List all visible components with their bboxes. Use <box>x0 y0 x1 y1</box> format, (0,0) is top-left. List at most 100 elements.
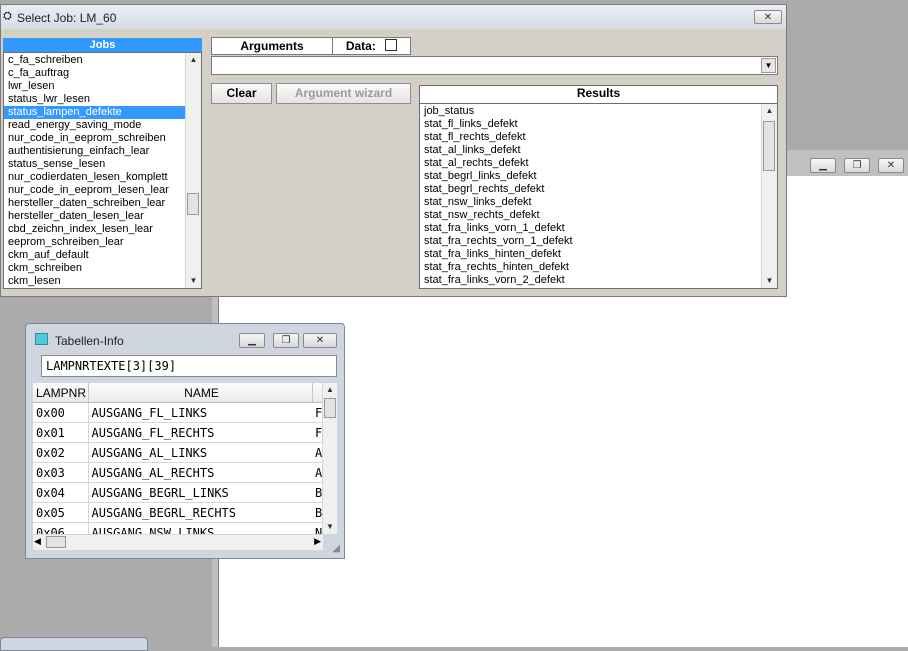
table-row[interactable]: 0x02 AUSGANG_AL_LINKS A <box>33 442 323 463</box>
title-bar: ⛭ Select Job: LM_60 ✕ <box>1 5 786 29</box>
lampnr-cell[interactable]: 0x02 <box>33 442 89 463</box>
jobs-panel: Jobs c_fa_schreiben c_fa_auftrag lwr_lesen… <box>3 38 202 289</box>
scroll-up-icon[interactable]: ▲ <box>323 383 337 397</box>
job-list-item[interactable]: c_fa_auftrag <box>4 67 201 80</box>
scroll-up-icon[interactable]: ▲ <box>762 104 777 118</box>
result-list-item[interactable]: stat_al_rechts_defekt <box>420 157 761 170</box>
job-list-item[interactable]: c_fa_schreiben <box>4 54 201 67</box>
table-row[interactable]: 0x06 AUSGANG_NSW_LINKS N <box>33 522 323 534</box>
name-cell[interactable]: AUSGANG_NSW_LINKS <box>88 522 312 534</box>
scroll-down-icon[interactable]: ▼ <box>323 520 337 534</box>
jobs-header: Jobs <box>3 38 202 52</box>
scroll-down-icon[interactable]: ▼ <box>762 274 777 288</box>
job-list-item[interactable]: status_lampen_defekte <box>4 106 201 119</box>
close-icon[interactable]: ✕ <box>303 333 337 348</box>
table-hscrollbar[interactable]: ◀ ▶ <box>33 534 323 550</box>
job-list-item[interactable]: authentisierung_einfach_lear <box>4 145 201 158</box>
lampnr-cell[interactable]: 0x04 <box>33 482 89 503</box>
tabellen-info-window: Tabellen-Info ▁ ❐ ✕ LAMPNRTEXTE[3][39] L… <box>25 323 345 559</box>
minimize-icon[interactable]: ▁ <box>810 158 836 173</box>
scroll-thumb[interactable] <box>324 398 336 418</box>
tab-arguments[interactable]: Arguments <box>211 37 333 55</box>
minimized-window-strip[interactable] <box>0 637 148 651</box>
result-list-item[interactable]: stat_nsw_rechts_defekt <box>420 209 761 222</box>
argument-input[interactable]: ▼ <box>211 56 778 75</box>
minimize-icon[interactable]: ▁ <box>239 333 265 348</box>
job-list-item[interactable]: ckm_lesen <box>4 275 201 288</box>
job-list-item[interactable]: ckm_auf_default <box>4 249 201 262</box>
job-list-item[interactable]: nur_code_in_eeprom_lesen_lear <box>4 184 201 197</box>
scroll-left-icon[interactable]: ◀ <box>34 536 41 547</box>
restore-icon[interactable]: ❐ <box>273 333 299 348</box>
close-icon[interactable]: ✕ <box>878 158 904 173</box>
name-cell[interactable]: AUSGANG_BEGRL_RECHTS <box>88 502 312 523</box>
name-cell[interactable]: AUSGANG_BEGRL_LINKS <box>88 482 312 503</box>
lampnr-cell[interactable]: 0x01 <box>33 422 89 443</box>
scroll-thumb[interactable] <box>763 121 775 171</box>
app-icon: ⛭ <box>3 10 12 22</box>
results-scrollbar[interactable]: ▲ ▼ <box>761 104 777 288</box>
name-cell[interactable]: AUSGANG_AL_LINKS <box>88 442 312 463</box>
job-list-item[interactable]: hersteller_daten_schreiben_lear <box>4 197 201 210</box>
scroll-down-icon[interactable]: ▼ <box>186 274 201 288</box>
result-list-item[interactable]: stat_fra_rechts_vorn_1_defekt <box>420 235 761 248</box>
results-header: Results <box>420 86 777 104</box>
select-job-window: ⛭ Select Job: LM_60 ✕ Jobs c_fa_schreibe… <box>0 4 787 297</box>
job-list-item[interactable]: ckm_schreiben <box>4 262 201 275</box>
close-icon[interactable]: ✕ <box>754 10 782 24</box>
data-checkbox[interactable] <box>385 39 398 51</box>
chevron-down-icon[interactable]: ▼ <box>761 58 776 73</box>
job-list-item[interactable]: nur_codierdaten_lesen_komplett <box>4 171 201 184</box>
result-list-item[interactable]: stat_al_links_defekt <box>420 144 761 157</box>
tabellen-info-title: Tabellen-Info <box>55 334 124 348</box>
table-vscrollbar[interactable]: ▲ ▼ <box>322 383 337 534</box>
name-cell[interactable]: AUSGANG_FL_LINKS <box>88 402 312 423</box>
result-list-item[interactable]: stat_fra_links_vorn_1_defekt <box>420 222 761 235</box>
lampnr-cell[interactable]: 0x00 <box>33 402 89 423</box>
table-row[interactable]: 0x01 AUSGANG_FL_RECHTS F <box>33 422 323 443</box>
result-list-item[interactable]: stat_begrl_links_defekt <box>420 170 761 183</box>
job-list-item[interactable]: nur_code_in_eeprom_schreiben <box>4 132 201 145</box>
lampnr-cell[interactable]: 0x06 <box>33 522 89 534</box>
column-header-name[interactable]: NAME <box>88 383 313 403</box>
result-list-item[interactable]: stat_fra_links_hinten_defekt <box>420 248 761 261</box>
job-list-item[interactable]: cbd_zeichn_index_lesen_lear <box>4 223 201 236</box>
result-list-item[interactable]: stat_fra_rechts_hinten_defekt <box>420 261 761 274</box>
jobs-scrollbar[interactable]: ▲ ▼ <box>185 53 201 288</box>
resize-grip-icon[interactable]: ◢ <box>332 543 340 554</box>
result-list-item[interactable]: stat_fra_links_vorn_2_defekt <box>420 274 761 287</box>
table-row[interactable]: 0x05 AUSGANG_BEGRL_RECHTS B <box>33 502 323 523</box>
result-list-item[interactable]: stat_fl_rechts_defekt <box>420 131 761 144</box>
column-header-lampnr[interactable]: LAMPNR <box>33 383 89 403</box>
argument-wizard-button[interactable]: Argument wizard <box>276 83 411 104</box>
clear-button[interactable]: Clear <box>211 83 272 104</box>
result-list-item[interactable]: job_status <box>420 105 761 118</box>
scroll-thumb[interactable] <box>187 193 199 215</box>
restore-icon[interactable]: ❐ <box>844 158 870 173</box>
tab-data[interactable]: Data: <box>332 37 411 55</box>
result-list-item[interactable]: stat_fl_links_defekt <box>420 118 761 131</box>
table-row[interactable]: 0x04 AUSGANG_BEGRL_LINKS B <box>33 482 323 503</box>
jobs-list[interactable]: c_fa_schreiben c_fa_auftrag lwr_lesen statu… <box>3 52 202 289</box>
job-list-item[interactable]: eeprom_schreiben_lear <box>4 236 201 249</box>
table-row[interactable]: 0x00 AUSGANG_FL_LINKS F <box>33 402 323 423</box>
table-row[interactable]: 0x03 AUSGANG_AL_RECHTS A <box>33 462 323 483</box>
lampnr-cell[interactable]: 0x05 <box>33 502 89 523</box>
data-tab-label: Data: <box>345 39 376 53</box>
job-list-item[interactable]: lwr_lesen <box>4 80 201 93</box>
scroll-thumb[interactable] <box>46 536 66 548</box>
job-list-item[interactable]: status_sense_lesen <box>4 158 201 171</box>
results-panel: Results job_status stat_fl_links_defekt st… <box>419 85 778 289</box>
job-list-item[interactable]: hersteller_daten_lesen_lear <box>4 210 201 223</box>
table-name-field[interactable]: LAMPNRTEXTE[3][39] <box>41 355 337 377</box>
job-list-item[interactable]: status_lwr_lesen <box>4 93 201 106</box>
result-list-item[interactable]: stat_begrl_rechts_defekt <box>420 183 761 196</box>
scroll-up-icon[interactable]: ▲ <box>186 53 201 67</box>
name-cell[interactable]: AUSGANG_AL_RECHTS <box>88 462 312 483</box>
job-list-item[interactable]: read_energy_saving_mode <box>4 119 201 132</box>
lampnr-cell[interactable]: 0x03 <box>33 462 89 483</box>
window-title: Select Job: LM_60 <box>17 11 117 25</box>
name-cell[interactable]: AUSGANG_FL_RECHTS <box>88 422 312 443</box>
result-list-item[interactable]: stat_nsw_links_defekt <box>420 196 761 209</box>
scroll-right-icon[interactable]: ▶ <box>314 536 321 547</box>
